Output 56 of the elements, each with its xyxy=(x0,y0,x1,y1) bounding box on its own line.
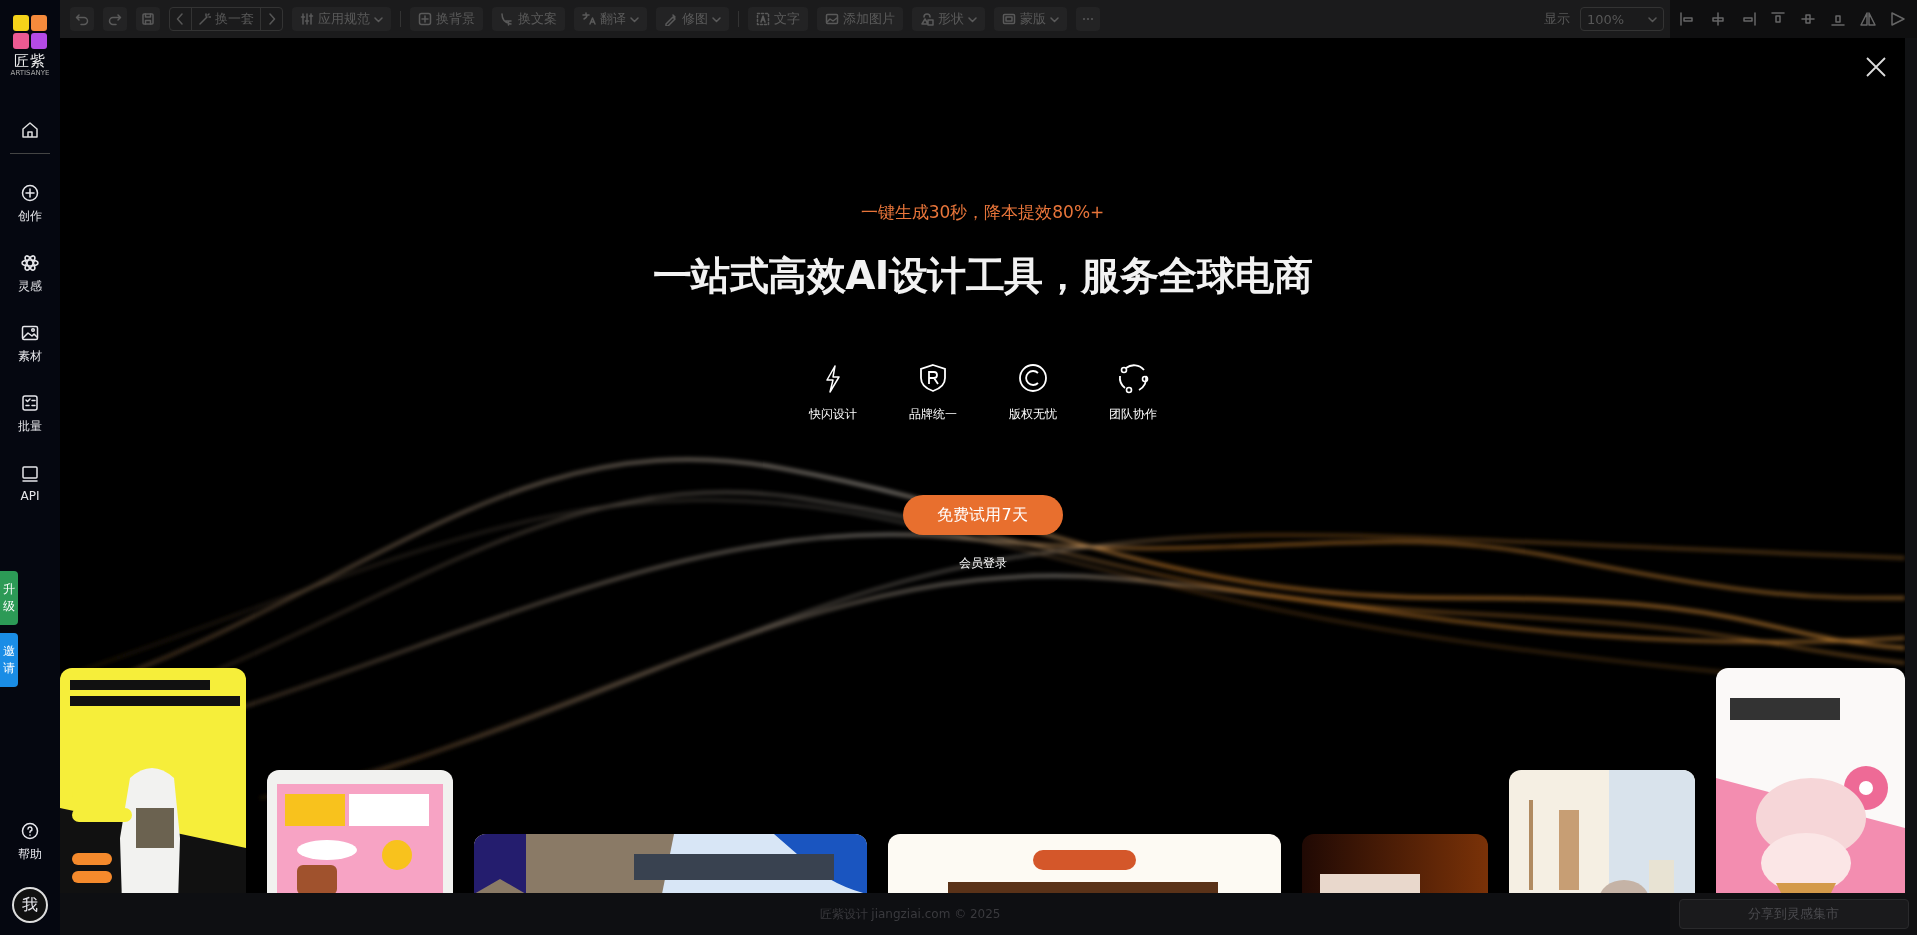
image-icon xyxy=(825,12,839,26)
sliders-icon xyxy=(300,12,314,26)
chevron-down-icon xyxy=(1050,14,1059,24)
align-left-icon[interactable] xyxy=(1680,11,1696,27)
checklist-icon xyxy=(21,393,39,412)
nav-item[interactable]: 素材 xyxy=(18,314,42,374)
chevron-down-icon xyxy=(968,14,977,24)
phone-icon xyxy=(500,12,514,26)
side-tab[interactable]: 升级 xyxy=(0,571,18,625)
save-icon xyxy=(141,12,155,26)
undo-button[interactable] xyxy=(70,7,94,31)
undo-icon xyxy=(75,12,89,26)
redo-icon xyxy=(108,12,122,26)
more-button[interactable] xyxy=(1076,7,1100,31)
wand-icon xyxy=(198,12,211,26)
home-icon[interactable] xyxy=(21,121,39,139)
translate-icon xyxy=(582,12,596,26)
plus-circle-icon xyxy=(21,183,39,202)
nav-item[interactable]: 创作 xyxy=(18,174,42,234)
chevron-down-icon xyxy=(374,14,383,24)
layers-icon xyxy=(1002,12,1016,26)
chevron-down-icon xyxy=(712,14,721,24)
nav-item[interactable]: API xyxy=(20,454,40,514)
save-button[interactable] xyxy=(136,7,160,31)
tagline: 一键生成30秒，降本提效80%+ xyxy=(860,201,1105,224)
flip-icon[interactable] xyxy=(1860,11,1876,27)
redo-button[interactable] xyxy=(103,7,127,31)
monitor-icon xyxy=(21,465,39,483)
align-center-icon[interactable] xyxy=(1710,11,1726,27)
copyright-icon xyxy=(1016,362,1049,394)
triangle-icon[interactable] xyxy=(1890,11,1906,27)
nav-item[interactable]: 批量 xyxy=(18,384,42,444)
pencil-icon xyxy=(664,12,678,26)
zoom-label: 显示 xyxy=(1544,10,1570,28)
network-icon xyxy=(1116,362,1149,394)
logo-icon xyxy=(12,14,48,50)
user-avatar[interactable]: 我 xyxy=(12,887,48,923)
chevron-down-icon xyxy=(630,14,639,24)
nav-item[interactable]: 灵感 xyxy=(18,244,42,304)
close-icon[interactable] xyxy=(1865,56,1887,78)
logo-text: 匠紫 xyxy=(14,53,46,69)
text-icon xyxy=(756,12,770,26)
zoom-select[interactable]: 100% xyxy=(1580,7,1664,31)
align-middle-icon[interactable] xyxy=(1800,11,1816,27)
image-icon xyxy=(21,323,39,342)
chevron-down-icon xyxy=(1648,14,1657,24)
atom-icon xyxy=(21,253,39,272)
align-right-icon[interactable] xyxy=(1740,11,1756,27)
help-item[interactable]: 帮助 xyxy=(18,822,42,863)
help-icon xyxy=(21,822,39,840)
headline: 一站式高效AI设计工具，服务全球电商 xyxy=(652,252,1313,300)
chevron-right-icon xyxy=(267,13,276,25)
chevron-left-icon xyxy=(176,13,185,25)
square-plus-icon xyxy=(418,12,432,26)
side-tab[interactable]: 邀请 xyxy=(0,633,18,687)
shapes-icon xyxy=(920,12,934,26)
